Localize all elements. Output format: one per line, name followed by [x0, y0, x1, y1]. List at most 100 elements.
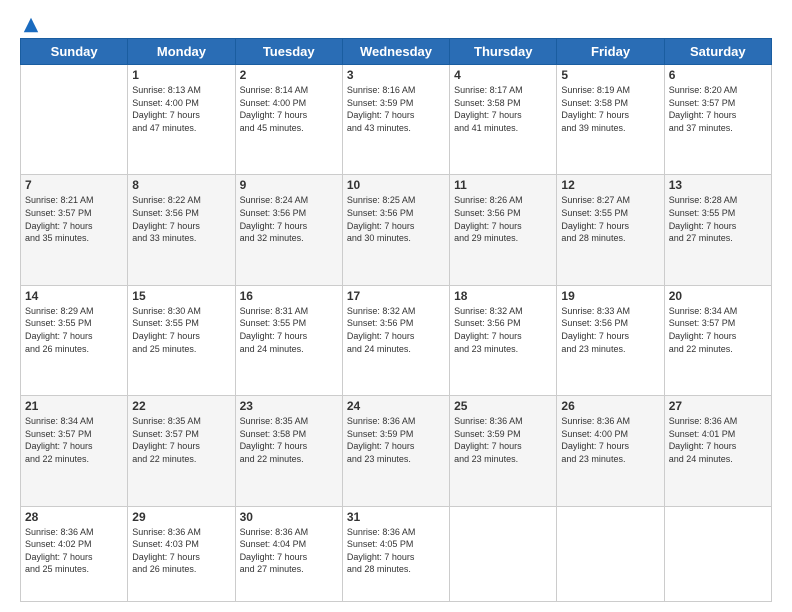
- day-number: 8: [132, 178, 230, 192]
- calendar-cell: 11 Sunrise: 8:26 AM Sunset: 3:56 PM Dayli…: [450, 175, 557, 285]
- calendar-cell: 26 Sunrise: 8:36 AM Sunset: 4:00 PM Dayli…: [557, 396, 664, 506]
- calendar-cell: 19Sunrise: 8:33 AM Sunset: 3:56 PM Dayli…: [557, 285, 664, 395]
- day-number: 20: [669, 289, 767, 303]
- day-number: 7: [25, 178, 123, 192]
- day-number: 10: [347, 178, 445, 192]
- calendar-cell: 4 Sunrise: 8:17 AM Sunset: 3:58 PM Daylig…: [450, 65, 557, 175]
- calendar-cell: 22 Sunrise: 8:35 AM Sunset: 3:57 PM Dayli…: [128, 396, 235, 506]
- calendar-cell: [21, 65, 128, 175]
- calendar-cell: 28Sunrise: 8:36 AM Sunset: 4:02 PM Dayli…: [21, 506, 128, 601]
- calendar-cell: 29Sunrise: 8:36 AM Sunset: 4:03 PM Dayli…: [128, 506, 235, 601]
- day-info: Sunrise: 8:19 AM Sunset: 3:58 PM Dayligh…: [561, 84, 659, 134]
- week-row-5: 28Sunrise: 8:36 AM Sunset: 4:02 PM Dayli…: [21, 506, 772, 601]
- calendar-cell: 2 Sunrise: 8:14 AM Sunset: 4:00 PM Daylig…: [235, 65, 342, 175]
- day-number: 13: [669, 178, 767, 192]
- day-number: 23: [240, 399, 338, 413]
- day-number: 27: [669, 399, 767, 413]
- day-info: Sunrise: 8:26 AM Sunset: 3:56 PM Dayligh…: [454, 194, 552, 244]
- calendar-cell: 3Sunrise: 8:16 AM Sunset: 3:59 PM Daylig…: [342, 65, 449, 175]
- calendar-cell: 14 Sunrise: 8:29 AM Sunset: 3:55 PM Dayli…: [21, 285, 128, 395]
- day-number: 2: [240, 68, 338, 82]
- day-number: 21: [25, 399, 123, 413]
- calendar-cell: [450, 506, 557, 601]
- logo-triangle-icon: [22, 16, 40, 34]
- day-number: 26: [561, 399, 659, 413]
- weekday-header-saturday: Saturday: [664, 39, 771, 65]
- weekday-header-thursday: Thursday: [450, 39, 557, 65]
- day-info: Sunrise: 8:13 AM Sunset: 4:00 PM Dayligh…: [132, 84, 230, 134]
- day-info: Sunrise: 8:34 AM Sunset: 3:57 PM Dayligh…: [25, 415, 123, 465]
- day-info: Sunrise: 8:28 AM Sunset: 3:55 PM Dayligh…: [669, 194, 767, 244]
- day-info: Sunrise: 8:20 AM Sunset: 3:57 PM Dayligh…: [669, 84, 767, 134]
- calendar-cell: 21 Sunrise: 8:34 AM Sunset: 3:57 PM Dayli…: [21, 396, 128, 506]
- calendar-cell: [557, 506, 664, 601]
- day-number: 6: [669, 68, 767, 82]
- weekday-header-wednesday: Wednesday: [342, 39, 449, 65]
- day-number: 30: [240, 510, 338, 524]
- weekday-header-monday: Monday: [128, 39, 235, 65]
- day-number: 24: [347, 399, 445, 413]
- calendar-cell: 7 Sunrise: 8:21 AM Sunset: 3:57 PM Daylig…: [21, 175, 128, 285]
- day-number: 15: [132, 289, 230, 303]
- day-number: 18: [454, 289, 552, 303]
- day-info: Sunrise: 8:27 AM Sunset: 3:55 PM Dayligh…: [561, 194, 659, 244]
- calendar-cell: 12Sunrise: 8:27 AM Sunset: 3:55 PM Dayli…: [557, 175, 664, 285]
- day-info: Sunrise: 8:30 AM Sunset: 3:55 PM Dayligh…: [132, 305, 230, 355]
- day-number: 22: [132, 399, 230, 413]
- day-info: Sunrise: 8:36 AM Sunset: 4:05 PM Dayligh…: [347, 526, 445, 576]
- day-info: Sunrise: 8:17 AM Sunset: 3:58 PM Dayligh…: [454, 84, 552, 134]
- day-number: 4: [454, 68, 552, 82]
- day-number: 25: [454, 399, 552, 413]
- weekday-header-friday: Friday: [557, 39, 664, 65]
- day-info: Sunrise: 8:35 AM Sunset: 3:57 PM Dayligh…: [132, 415, 230, 465]
- day-number: 17: [347, 289, 445, 303]
- calendar-cell: [664, 506, 771, 601]
- day-number: 11: [454, 178, 552, 192]
- day-number: 14: [25, 289, 123, 303]
- calendar-cell: 15 Sunrise: 8:30 AM Sunset: 3:55 PM Dayli…: [128, 285, 235, 395]
- day-info: Sunrise: 8:35 AM Sunset: 3:58 PM Dayligh…: [240, 415, 338, 465]
- day-info: Sunrise: 8:22 AM Sunset: 3:56 PM Dayligh…: [132, 194, 230, 244]
- day-info: Sunrise: 8:29 AM Sunset: 3:55 PM Dayligh…: [25, 305, 123, 355]
- weekday-header-sunday: Sunday: [21, 39, 128, 65]
- header: [20, 16, 772, 30]
- day-info: Sunrise: 8:31 AM Sunset: 3:55 PM Dayligh…: [240, 305, 338, 355]
- day-info: Sunrise: 8:36 AM Sunset: 4:00 PM Dayligh…: [561, 415, 659, 465]
- day-info: Sunrise: 8:36 AM Sunset: 4:01 PM Dayligh…: [669, 415, 767, 465]
- day-info: Sunrise: 8:21 AM Sunset: 3:57 PM Dayligh…: [25, 194, 123, 244]
- day-info: Sunrise: 8:24 AM Sunset: 3:56 PM Dayligh…: [240, 194, 338, 244]
- calendar-cell: 8 Sunrise: 8:22 AM Sunset: 3:56 PM Daylig…: [128, 175, 235, 285]
- calendar-cell: 18Sunrise: 8:32 AM Sunset: 3:56 PM Dayli…: [450, 285, 557, 395]
- calendar-cell: 1 Sunrise: 8:13 AM Sunset: 4:00 PM Daylig…: [128, 65, 235, 175]
- weekday-header-row: SundayMondayTuesdayWednesdayThursdayFrid…: [21, 39, 772, 65]
- calendar-cell: 27 Sunrise: 8:36 AM Sunset: 4:01 PM Dayli…: [664, 396, 771, 506]
- calendar-cell: 30 Sunrise: 8:36 AM Sunset: 4:04 PM Dayli…: [235, 506, 342, 601]
- day-info: Sunrise: 8:36 AM Sunset: 3:59 PM Dayligh…: [347, 415, 445, 465]
- week-row-4: 21 Sunrise: 8:34 AM Sunset: 3:57 PM Dayli…: [21, 396, 772, 506]
- week-row-1: 1 Sunrise: 8:13 AM Sunset: 4:00 PM Daylig…: [21, 65, 772, 175]
- calendar-cell: 25 Sunrise: 8:36 AM Sunset: 3:59 PM Dayli…: [450, 396, 557, 506]
- day-number: 9: [240, 178, 338, 192]
- day-info: Sunrise: 8:36 AM Sunset: 4:04 PM Dayligh…: [240, 526, 338, 576]
- logo: [20, 16, 40, 30]
- day-number: 19: [561, 289, 659, 303]
- day-number: 5: [561, 68, 659, 82]
- day-number: 1: [132, 68, 230, 82]
- week-row-2: 7 Sunrise: 8:21 AM Sunset: 3:57 PM Daylig…: [21, 175, 772, 285]
- day-info: Sunrise: 8:14 AM Sunset: 4:00 PM Dayligh…: [240, 84, 338, 134]
- calendar-cell: 6 Sunrise: 8:20 AM Sunset: 3:57 PM Daylig…: [664, 65, 771, 175]
- day-number: 3: [347, 68, 445, 82]
- day-number: 29: [132, 510, 230, 524]
- day-info: Sunrise: 8:34 AM Sunset: 3:57 PM Dayligh…: [669, 305, 767, 355]
- calendar-cell: 20 Sunrise: 8:34 AM Sunset: 3:57 PM Dayli…: [664, 285, 771, 395]
- calendar-cell: 5 Sunrise: 8:19 AM Sunset: 3:58 PM Daylig…: [557, 65, 664, 175]
- calendar-cell: 16 Sunrise: 8:31 AM Sunset: 3:55 PM Dayli…: [235, 285, 342, 395]
- day-number: 16: [240, 289, 338, 303]
- calendar-cell: 24 Sunrise: 8:36 AM Sunset: 3:59 PM Dayli…: [342, 396, 449, 506]
- day-number: 31: [347, 510, 445, 524]
- calendar-table: SundayMondayTuesdayWednesdayThursdayFrid…: [20, 38, 772, 602]
- week-row-3: 14 Sunrise: 8:29 AM Sunset: 3:55 PM Dayli…: [21, 285, 772, 395]
- calendar-cell: 9 Sunrise: 8:24 AM Sunset: 3:56 PM Daylig…: [235, 175, 342, 285]
- day-info: Sunrise: 8:36 AM Sunset: 3:59 PM Dayligh…: [454, 415, 552, 465]
- calendar-cell: 17Sunrise: 8:32 AM Sunset: 3:56 PM Dayli…: [342, 285, 449, 395]
